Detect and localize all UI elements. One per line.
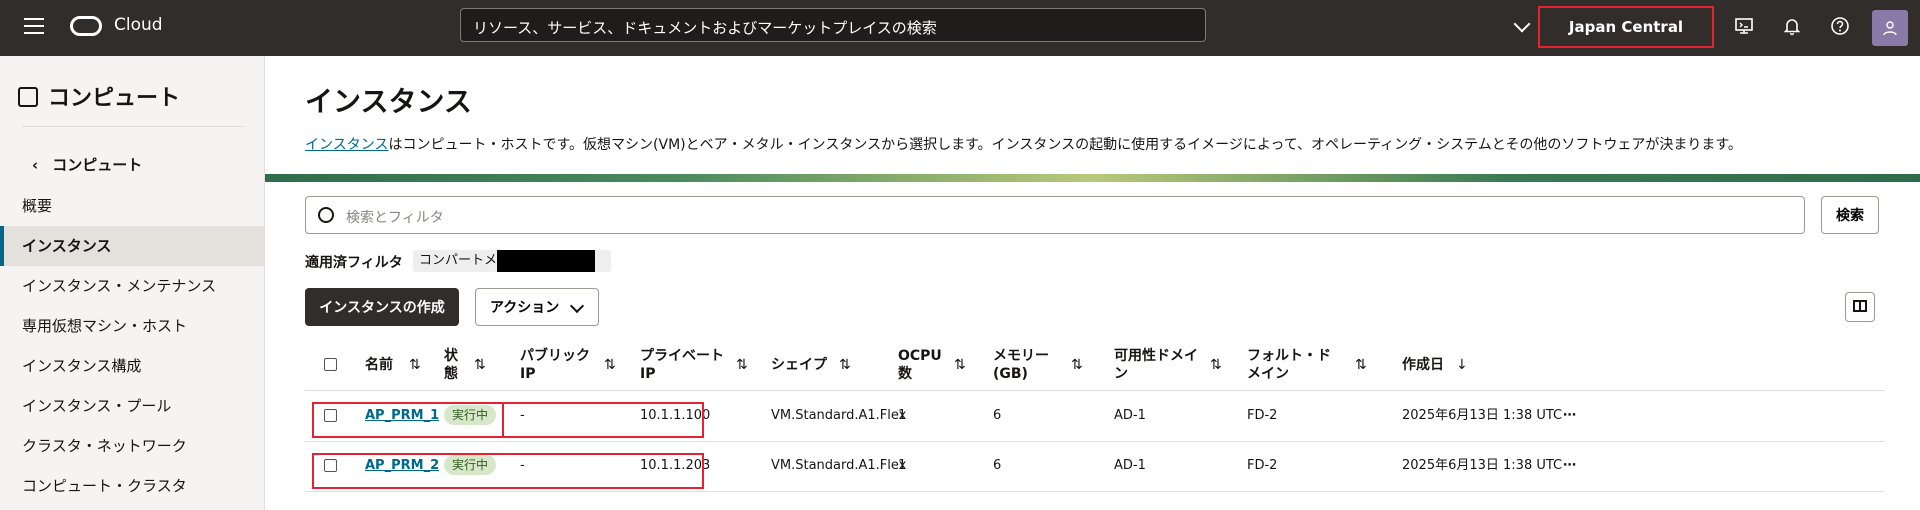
sidebar: コンピュート ‹ コンピュート 概要 インスタンス インスタンス・メンテナンス 専…: [0, 56, 265, 510]
column-header-private-ip[interactable]: プライベートIP ⇅: [640, 340, 748, 390]
cell-availability-domain: AD-1: [1114, 458, 1146, 473]
chevron-left-icon: ‹: [32, 156, 39, 174]
row-actions-kebab-icon[interactable]: ⋯: [1563, 391, 1577, 441]
column-header-availability-domain[interactable]: 可用性ドメイン ⇅: [1114, 340, 1222, 390]
filter-placeholder: 検索とフィルタ: [346, 210, 444, 226]
search-filter-input[interactable]: 検索とフィルタ: [305, 196, 1805, 234]
sidebar-item-instance-configurations[interactable]: インスタンス構成: [0, 346, 264, 386]
column-label: メモリー(GB): [993, 348, 1049, 382]
sort-icon[interactable]: ⇅: [954, 356, 966, 374]
description-text: はコンピュート・ホストです。仮想マシン(VM)とベア・メタル・インスタンスから選…: [388, 137, 1742, 153]
divider: [22, 126, 244, 127]
column-label: シェイプ: [771, 357, 827, 373]
sidebar-item-dedicated-vm-hosts[interactable]: 専用仮想マシン・ホスト: [0, 306, 264, 346]
sort-icon[interactable]: ⇅: [839, 356, 851, 374]
sort-icon[interactable]: ⇅: [1210, 356, 1222, 374]
highlight-box: [312, 453, 704, 489]
brand-name[interactable]: Cloud: [114, 15, 163, 35]
select-all-checkbox[interactable]: [324, 358, 337, 371]
bell-icon[interactable]: [1782, 16, 1802, 36]
sidebar-back-label: コンピュート: [52, 156, 143, 174]
cell-fault-domain: FD-2: [1247, 458, 1278, 473]
column-header-ocpu[interactable]: OCPU数 ⇅: [898, 340, 966, 390]
cell-shape: VM.Standard.A1.Flex: [771, 408, 907, 423]
chevron-down-icon[interactable]: [1513, 15, 1531, 33]
sort-icon[interactable]: ⇅: [409, 356, 421, 374]
actions-dropdown[interactable]: アクション: [475, 288, 599, 326]
column-label: 作成日: [1402, 357, 1444, 373]
region-selector[interactable]: Japan Central (Osaka): [1538, 6, 1714, 74]
sidebar-item-cluster-networks[interactable]: クラスタ・ネットワーク: [0, 426, 264, 466]
cell-created: 2025年6月13日 1:38 UTC: [1402, 408, 1563, 423]
create-instance-button[interactable]: インスタンスの作成: [305, 288, 459, 326]
column-label: 状態: [444, 348, 458, 382]
column-header-name[interactable]: 名前 ⇅: [365, 340, 421, 390]
sidebar-item-instance-maintenance[interactable]: インスタンス・メンテナンス: [0, 266, 264, 306]
sidebar-title: コンピュート: [18, 80, 180, 112]
global-search-input[interactable]: リソース、サービス、ドキュメントおよびマーケットプレイスの検索: [460, 8, 1206, 42]
sidebar-back-link[interactable]: ‹ コンピュート: [32, 154, 142, 175]
cell-ocpu: 1: [898, 408, 907, 423]
compartment-filter-chip[interactable]: コンパートメント: [413, 250, 611, 272]
cell-memory: 6: [993, 458, 1002, 473]
page-description: インスタンスはコンピュート・ホストです。仮想マシン(VM)とベア・メタル・インス…: [305, 134, 1742, 154]
column-label: 名前: [365, 357, 393, 373]
help-icon[interactable]: [1830, 16, 1850, 36]
highlight-box: [504, 402, 704, 438]
search-button[interactable]: 検索: [1821, 196, 1879, 234]
column-header-public-ip[interactable]: パブリックIP ⇅: [520, 340, 616, 390]
cell-ocpu: 1: [898, 458, 907, 473]
column-label: OCPU数: [898, 348, 942, 382]
column-label: プライベートIP: [640, 348, 724, 382]
column-header-created[interactable]: 作成日 ↓: [1402, 340, 1468, 390]
cell-created: 2025年6月13日 1:38 UTC: [1402, 458, 1563, 473]
sort-desc-icon[interactable]: ↓: [1456, 356, 1468, 374]
highlight-box: [312, 402, 504, 438]
column-header-shape[interactable]: シェイプ ⇅: [771, 340, 851, 390]
chevron-down-icon: [569, 298, 585, 314]
cell-shape: VM.Standard.A1.Flex: [771, 458, 907, 473]
cloud-logo[interactable]: [70, 16, 102, 36]
column-label: パブリックIP: [520, 348, 590, 382]
sidebar-item-compute-clusters[interactable]: コンピュート・クラスタ: [0, 466, 264, 506]
sort-icon[interactable]: ⇅: [1071, 356, 1083, 374]
actions-label: アクション: [490, 299, 560, 315]
redacted-block: [497, 250, 595, 272]
compute-icon: [18, 87, 38, 107]
sidebar-item-overview[interactable]: 概要: [0, 186, 264, 226]
cell-memory: 6: [993, 408, 1002, 423]
applied-filters-label: 適用済フィルタ: [305, 255, 403, 271]
column-label: フォルト・ドメイン: [1247, 348, 1331, 382]
sort-icon[interactable]: ⇅: [474, 356, 486, 374]
column-header-fault-domain[interactable]: フォルト・ドメイン ⇅: [1247, 340, 1367, 390]
sort-icon[interactable]: ⇅: [1355, 356, 1367, 374]
sidebar-item-instance-pools[interactable]: インスタンス・プール: [0, 386, 264, 426]
cell-fault-domain: FD-2: [1247, 408, 1278, 423]
column-label: 可用性ドメイン: [1114, 348, 1198, 382]
row-actions-kebab-icon[interactable]: ⋯: [1563, 441, 1577, 491]
cloud-shell-icon[interactable]: [1734, 16, 1754, 36]
top-bar: Cloud リソース、サービス、ドキュメントおよびマーケットプレイスの検索 Ja…: [0, 0, 1920, 74]
cell-availability-domain: AD-1: [1114, 408, 1146, 423]
user-icon: [1883, 21, 1897, 36]
instances-doc-link[interactable]: インスタンス: [305, 137, 388, 153]
sidebar-title-text: コンピュート: [48, 86, 181, 111]
menu-icon[interactable]: [24, 18, 44, 34]
decorative-banner: [265, 174, 1920, 182]
column-header-memory[interactable]: メモリー(GB) ⇅: [993, 340, 1083, 390]
page-title: インスタンス: [305, 85, 472, 118]
sort-icon[interactable]: ⇅: [604, 356, 616, 374]
sidebar-item-instances[interactable]: インスタンス: [0, 226, 264, 266]
sort-icon[interactable]: ⇅: [736, 356, 748, 374]
column-header-state[interactable]: 状態 ⇅: [444, 340, 486, 390]
table-header: 名前 ⇅ 状態 ⇅ パブリックIP ⇅ プライベートIP ⇅ シェイプ ⇅ OCPU数 ⇅ …: [305, 340, 1885, 391]
column-settings-button[interactable]: [1845, 292, 1875, 322]
main-content: インスタンス インスタンスはコンピュート・ホストです。仮想マシン(VM)とベア・…: [265, 56, 1920, 510]
user-avatar[interactable]: [1872, 10, 1908, 46]
columns-icon: [1853, 300, 1867, 312]
search-icon: [318, 207, 334, 223]
